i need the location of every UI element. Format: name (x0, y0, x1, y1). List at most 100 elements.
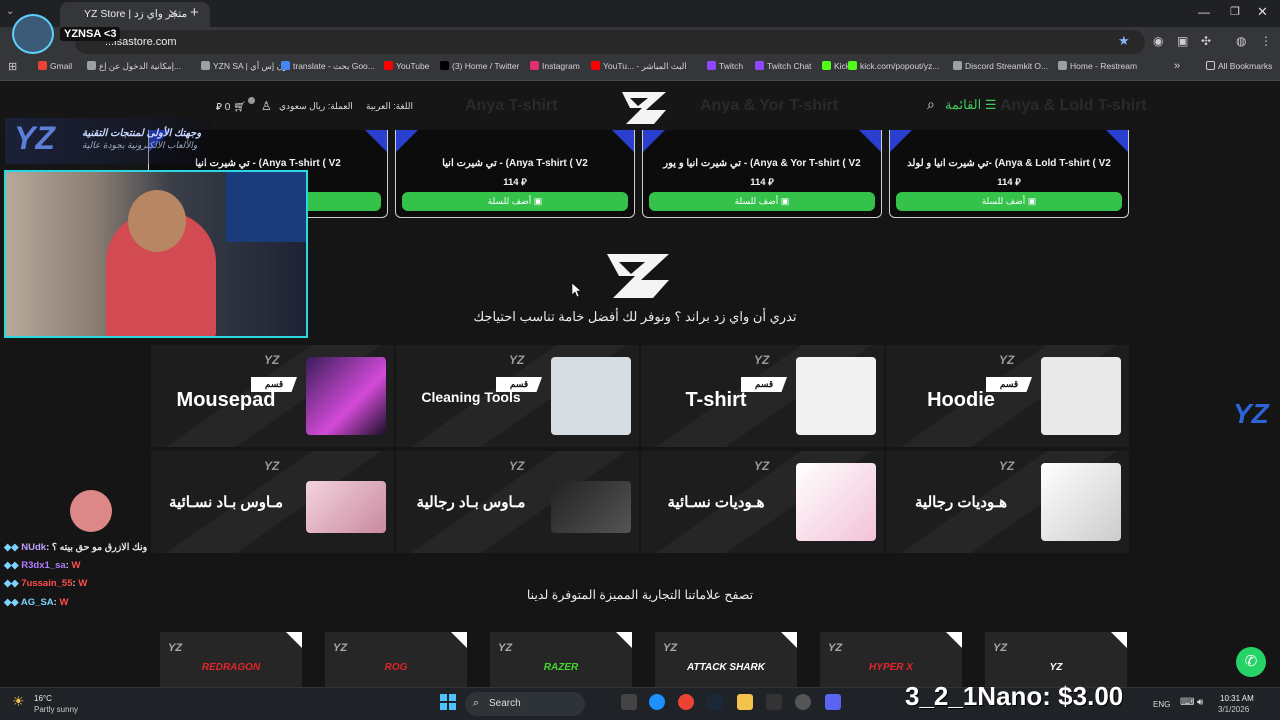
weather-temp[interactable]: 16°C (34, 694, 52, 703)
tab-close-icon[interactable]: ✕ (168, 7, 178, 21)
category-tile[interactable]: YZ قسم T-shirt (641, 345, 884, 447)
category-label: هـوديات رجالية (915, 494, 1007, 511)
category-tile[interactable]: YZ قسم Mousepad (151, 345, 394, 447)
yz-logo[interactable] (618, 88, 670, 128)
category-label: هـوديات نسـائية (667, 494, 765, 511)
bookmark-item[interactable]: (3) Home / Twitter (440, 61, 519, 71)
bookmark-item[interactable]: Home - Restream (1058, 61, 1137, 71)
card-corner (643, 130, 665, 152)
bookmark-favicon-icon (591, 61, 600, 70)
edge-icon[interactable] (649, 694, 665, 710)
language-indicator[interactable]: ENG (1153, 700, 1170, 709)
product-card[interactable]: تي شيرت انيا و يور - (Anya & Yor T-shirt… (642, 130, 882, 218)
product-price: 114 ⃁ (396, 175, 634, 188)
floating-yz-icon[interactable]: YZ (1233, 398, 1269, 430)
folder-icon (1206, 61, 1215, 70)
brand-tile[interactable]: YZ REDRAGON (160, 632, 302, 687)
category-tile[interactable]: YZ مـاوس بـاد نسـائية (151, 451, 394, 553)
bookmark-item[interactable]: Instagram (530, 61, 580, 71)
product-name[interactable]: تي شيرت انيا و لولد- (Anya & Lold T-shir… (890, 158, 1128, 169)
bookmark-item[interactable]: Kick (822, 61, 850, 71)
whatsapp-icon[interactable]: ✆ (1236, 647, 1266, 677)
windows-start-icon[interactable] (440, 694, 456, 710)
bookmark-item[interactable]: YouTube (384, 61, 429, 71)
more-bookmarks-icon[interactable]: » (1174, 60, 1180, 72)
network-icon[interactable]: ⌨ (1180, 697, 1194, 708)
bookmark-label: Gmail (50, 61, 73, 71)
apps-grid-icon[interactable]: ⊞ (8, 60, 17, 73)
category-tile[interactable]: YZ هـوديات نسـائية (641, 451, 884, 553)
taskbar-search[interactable] (465, 692, 585, 716)
bookmark-item[interactable]: YouTu... - البث المباشر (591, 61, 687, 72)
category-tile[interactable]: YZ مـاوس بـاد رجالية (396, 451, 639, 553)
chat-badge-icon: ◆◆ (4, 578, 22, 589)
product-name[interactable]: تي شيرت انيا و يور - (Anya & Yor T-shirt… (643, 158, 881, 169)
category-tile[interactable]: YZ قسم Cleaning Tools (396, 345, 639, 447)
menu-button[interactable]: القائمة ☰ (945, 97, 997, 113)
browser-tab[interactable]: YZ Store | متجر واي زد (60, 2, 210, 27)
bookmark-label: Twitch Chat (767, 61, 812, 71)
extension-icon[interactable]: ◉ (1153, 34, 1163, 48)
bookmark-label: Instagram (542, 61, 580, 71)
brand-tile[interactable]: YZ ATTACK SHARK (655, 632, 797, 687)
add-to-cart-button[interactable]: أضف للسلة ▣ (402, 192, 628, 211)
minimize-icon[interactable]: — (1198, 5, 1210, 19)
weather-desc[interactable]: Partly sunny (34, 705, 78, 714)
category-tile[interactable]: YZ هـوديات رجالية (886, 451, 1129, 553)
brand-tile[interactable]: YZ YZ (985, 632, 1127, 687)
bookmark-item[interactable]: YZN SA | يزن إس أي (201, 61, 290, 72)
chat-username: 7ussain_55 (21, 578, 73, 589)
all-bookmarks[interactable]: All Bookmarks (1206, 61, 1272, 71)
maximize-icon[interactable]: ❐ (1230, 5, 1240, 18)
product-card[interactable]: تي شيرت انيا و لولد- (Anya & Lold T-shir… (889, 130, 1129, 218)
search-icon[interactable]: ⌕ (927, 96, 935, 113)
language-selector[interactable]: اللغة: العربية (366, 101, 413, 112)
browser-menu-icon[interactable]: ⋮ (1260, 34, 1272, 48)
app-icon[interactable] (795, 694, 811, 710)
product-name[interactable]: تي شيرت انيا - (Anya T-shirt ( V2 (396, 158, 634, 169)
bookmark-item[interactable]: Twitch (707, 61, 743, 71)
cart-button[interactable]: ⃁ 0 🛒︎ (216, 100, 246, 113)
currency-selector[interactable]: العملة: ريال سعودي (279, 101, 353, 112)
extensions-puzzle-icon[interactable]: ✣ (1201, 34, 1211, 48)
bookmark-item[interactable]: kick.com/popout/yz... (848, 61, 939, 71)
brand-tile[interactable]: YZ HYPER X (820, 632, 962, 687)
add-to-cart-button[interactable]: أضف للسلة ▣ (649, 192, 875, 211)
user-icon[interactable]: ♙ (261, 99, 272, 113)
bookmark-favicon-icon (201, 61, 210, 70)
bookmark-item[interactable]: Gmail (38, 61, 72, 71)
add-to-cart-label: أضف للسلة (981, 196, 1026, 206)
new-tab-icon[interactable]: + (190, 4, 199, 21)
file-explorer-icon[interactable] (737, 694, 753, 710)
close-window-icon[interactable]: ✕ (1257, 4, 1268, 20)
add-to-cart-button[interactable]: أضف للسلة ▣ (896, 192, 1122, 211)
brand-tile[interactable]: YZ RAZER (490, 632, 632, 687)
product-card[interactable]: تي شيرت انيا - (Anya T-shirt ( V2 114 ⃁ أض… (395, 130, 635, 218)
task-view-icon[interactable] (621, 694, 637, 710)
bookmark-favicon-icon (707, 61, 716, 70)
extension-icon[interactable]: ▣ (1177, 34, 1188, 48)
chat-badge-icon: ◆◆ (4, 542, 22, 553)
tab-search-icon[interactable]: ⌄ (6, 6, 14, 17)
bookmark-item[interactable]: Discord Streamkit O... (953, 61, 1048, 71)
category-tile[interactable]: YZ قسم Hoodie (886, 345, 1129, 447)
bookmark-star-icon[interactable]: ★ (1118, 33, 1130, 49)
profile-icon[interactable]: ◍ (1236, 34, 1246, 48)
bookmark-label: Discord Streamkit O... (965, 61, 1049, 71)
app-icon[interactable] (766, 694, 782, 710)
brand-tile[interactable]: YZ ROG (325, 632, 467, 687)
bookmark-favicon-icon (38, 61, 47, 70)
discord-icon[interactable] (825, 694, 841, 710)
weather-icon[interactable]: ☀ (12, 693, 25, 710)
address-bar[interactable] (75, 30, 1145, 54)
bookmark-label: Home - Restream (1070, 61, 1138, 71)
volume-icon[interactable]: 🔊︎ (1197, 697, 1203, 708)
bookmark-item[interactable]: Twitch Chat (755, 61, 811, 71)
clock-date[interactable]: 3/1/2026 (1218, 705, 1249, 714)
steam-icon[interactable] (707, 694, 723, 710)
bookmark-item[interactable]: إمكانية الدخول عن إع... (87, 61, 181, 72)
chrome-icon[interactable] (678, 694, 694, 710)
clock-time[interactable]: 10:31 AM (1220, 694, 1254, 703)
bookmark-item[interactable]: translate - بحث Goo... (281, 61, 375, 72)
cart-icon: 🛒︎ (233, 102, 246, 113)
